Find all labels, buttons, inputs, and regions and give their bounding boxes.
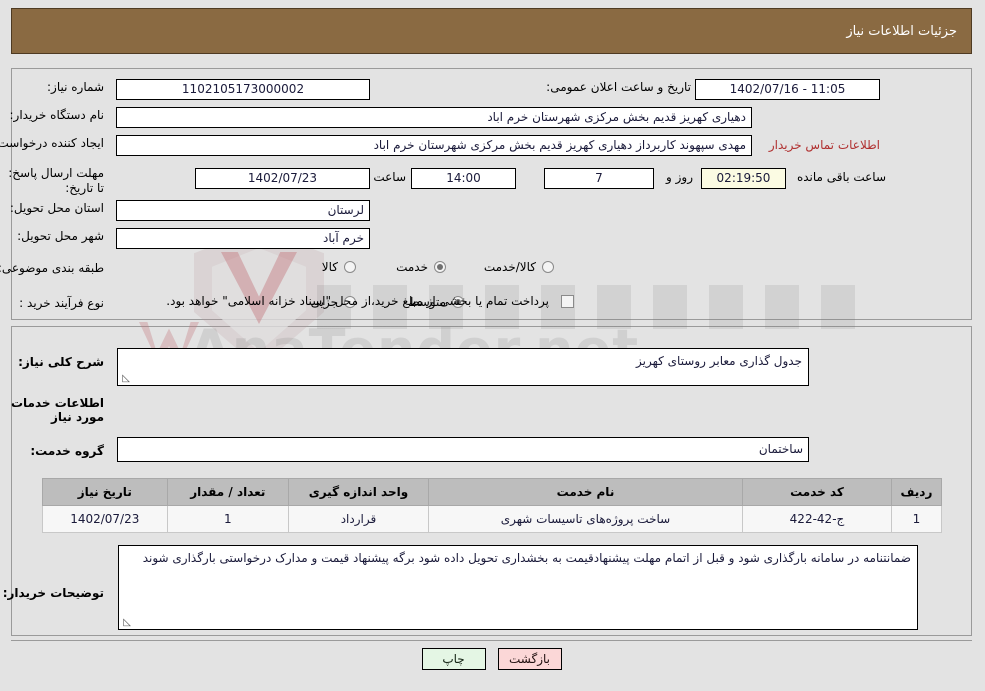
city-label: شهر محل تحویل:	[18, 229, 105, 243]
requester-row: ایجاد کننده درخواست:	[0, 136, 105, 150]
category-option-1[interactable]: خدمت	[387, 260, 447, 274]
requester-label: ایجاد کننده درخواست:	[0, 136, 105, 150]
deadline-label: مهلت ارسال پاسخ: تا تاریخ:	[9, 166, 105, 195]
services-table: ردیف کد خدمت نام خدمت واحد اندازه گیری ت…	[43, 478, 944, 533]
process-label: نوع فرآیند خرید :	[20, 296, 105, 310]
city-row: شهر محل تحویل:	[18, 229, 105, 243]
service-group-label: گروه خدمت:	[31, 444, 105, 458]
need-number-row: شماره نیاز:	[48, 80, 105, 94]
cell-index: 1	[891, 505, 944, 533]
province-label: استان محل تحویل:	[10, 201, 105, 215]
table-header-row: ردیف کد خدمت نام خدمت واحد اندازه گیری ت…	[43, 478, 944, 506]
city-value: خرم آباد	[117, 228, 371, 249]
buyer-notes-textarea[interactable]: ضمانتنامه در سامانه بارگذاری شود و قبل ا…	[119, 545, 919, 630]
category-option-2-label: کالا/خدمت	[484, 260, 537, 274]
category-radio-khedmat[interactable]	[435, 261, 447, 273]
category-radio-kala-khedmat[interactable]	[543, 261, 555, 273]
category-option-2[interactable]: کالا/خدمت	[475, 260, 555, 274]
category-option-1-label: خدمت	[397, 260, 429, 274]
announce-datetime-row: تاریخ و ساعت اعلان عمومی:	[547, 80, 692, 94]
province-value: لرستان	[117, 200, 371, 221]
buyer-contact-link[interactable]: اطلاعات تماس خریدار	[770, 138, 881, 152]
remaining-days-label: روز و	[667, 170, 694, 184]
deadline-hour-label: ساعت	[374, 170, 407, 184]
table-row: 1 ج-42-422 ساخت پروژه‌های تاسیسات شهری ق…	[43, 505, 944, 533]
resize-grip-icon-2[interactable]: ◺	[122, 618, 132, 628]
deadline-hour-value: 14:00	[412, 168, 517, 189]
print-button[interactable]: چاپ	[422, 648, 487, 670]
buyer-notes-label: توضیحات خریدار:	[3, 586, 105, 600]
general-need-value: جدول گذاری معابر روستای کهریز	[637, 354, 803, 368]
remaining-time-label: ساعت باقی مانده	[797, 170, 887, 184]
cell-quantity: 1	[167, 505, 291, 533]
category-option-0-label: کالا	[322, 260, 339, 274]
remaining-time-value: 02:19:50	[702, 168, 787, 189]
cell-need-date: 1402/07/23	[43, 505, 169, 533]
cell-unit: قرارداد	[289, 505, 430, 533]
table-col-service-code: کد خدمت	[743, 478, 893, 506]
buyer-org-row: نام دستگاه خریدار:	[11, 108, 106, 122]
page-header: جزئیات اطلاعات نیاز	[12, 8, 973, 54]
category-radio-kala[interactable]	[345, 261, 357, 273]
need-summary-panel	[12, 68, 973, 320]
general-need-label: شرح کلی نیاز:	[19, 355, 105, 369]
need-number-label: شماره نیاز:	[48, 80, 105, 94]
category-label: طبقه بندی موضوعی:	[0, 261, 105, 275]
category-option-0[interactable]: کالا	[313, 260, 357, 274]
back-button[interactable]: بازگشت	[498, 648, 563, 670]
bottom-divider	[12, 640, 973, 641]
table-col-quantity: تعداد / مقدار	[167, 478, 291, 506]
process-row: نوع فرآیند خرید :	[20, 296, 105, 310]
table-col-need-date: تاریخ نیاز	[43, 478, 169, 506]
cell-service-code: ج-42-422	[743, 505, 893, 533]
deadline-date-value: 1402/07/23	[196, 168, 371, 189]
general-need-textarea[interactable]: جدول گذاری معابر روستای کهریز ◺	[118, 348, 810, 386]
announce-datetime-label: تاریخ و ساعت اعلان عمومی:	[547, 80, 692, 94]
table-col-unit: واحد اندازه گیری	[289, 478, 430, 506]
buyer-notes-value: ضمانتنامه در سامانه بارگذاری شود و قبل ا…	[143, 551, 912, 565]
services-section-title: اطلاعات خدمات مورد نیاز	[11, 396, 105, 424]
announce-datetime-value: 11:05 - 1402/07/16	[696, 79, 881, 100]
treasury-checkbox-label: پرداخت تمام یا بخشی از مبلغ خرید،از محل …	[167, 294, 550, 308]
remaining-days-value: 7	[545, 168, 655, 189]
requester-value: مهدی سپهوند کاربرداز دهیاری کهریز قدیم ب…	[117, 135, 753, 156]
treasury-checkbox-row[interactable]: پرداخت تمام یا بخشی از مبلغ خرید،از محل …	[167, 294, 575, 308]
deadline-row: مهلت ارسال پاسخ: تا تاریخ:	[0, 166, 105, 196]
table-col-index: ردیف	[891, 478, 944, 506]
treasury-checkbox[interactable]	[562, 294, 575, 308]
cell-service-name: ساخت پروژه‌های تاسیسات شهری	[428, 505, 745, 533]
table-col-service-name: نام خدمت	[428, 478, 745, 506]
action-button-bar: بازگشت چاپ	[0, 648, 985, 670]
resize-grip-icon[interactable]: ◺	[121, 374, 131, 384]
service-group-value: ساختمان	[118, 437, 810, 462]
buyer-org-value: دهیاری کهریز قدیم بخش مرکزی شهرستان خرم …	[117, 107, 753, 128]
buyer-org-label: نام دستگاه خریدار:	[10, 108, 106, 122]
page-title: جزئیات اطلاعات نیاز	[847, 23, 958, 39]
province-row: استان محل تحویل:	[11, 201, 105, 215]
need-number-value: 1102105173000002	[117, 79, 371, 100]
category-row: طبقه بندی موضوعی:	[0, 261, 105, 275]
